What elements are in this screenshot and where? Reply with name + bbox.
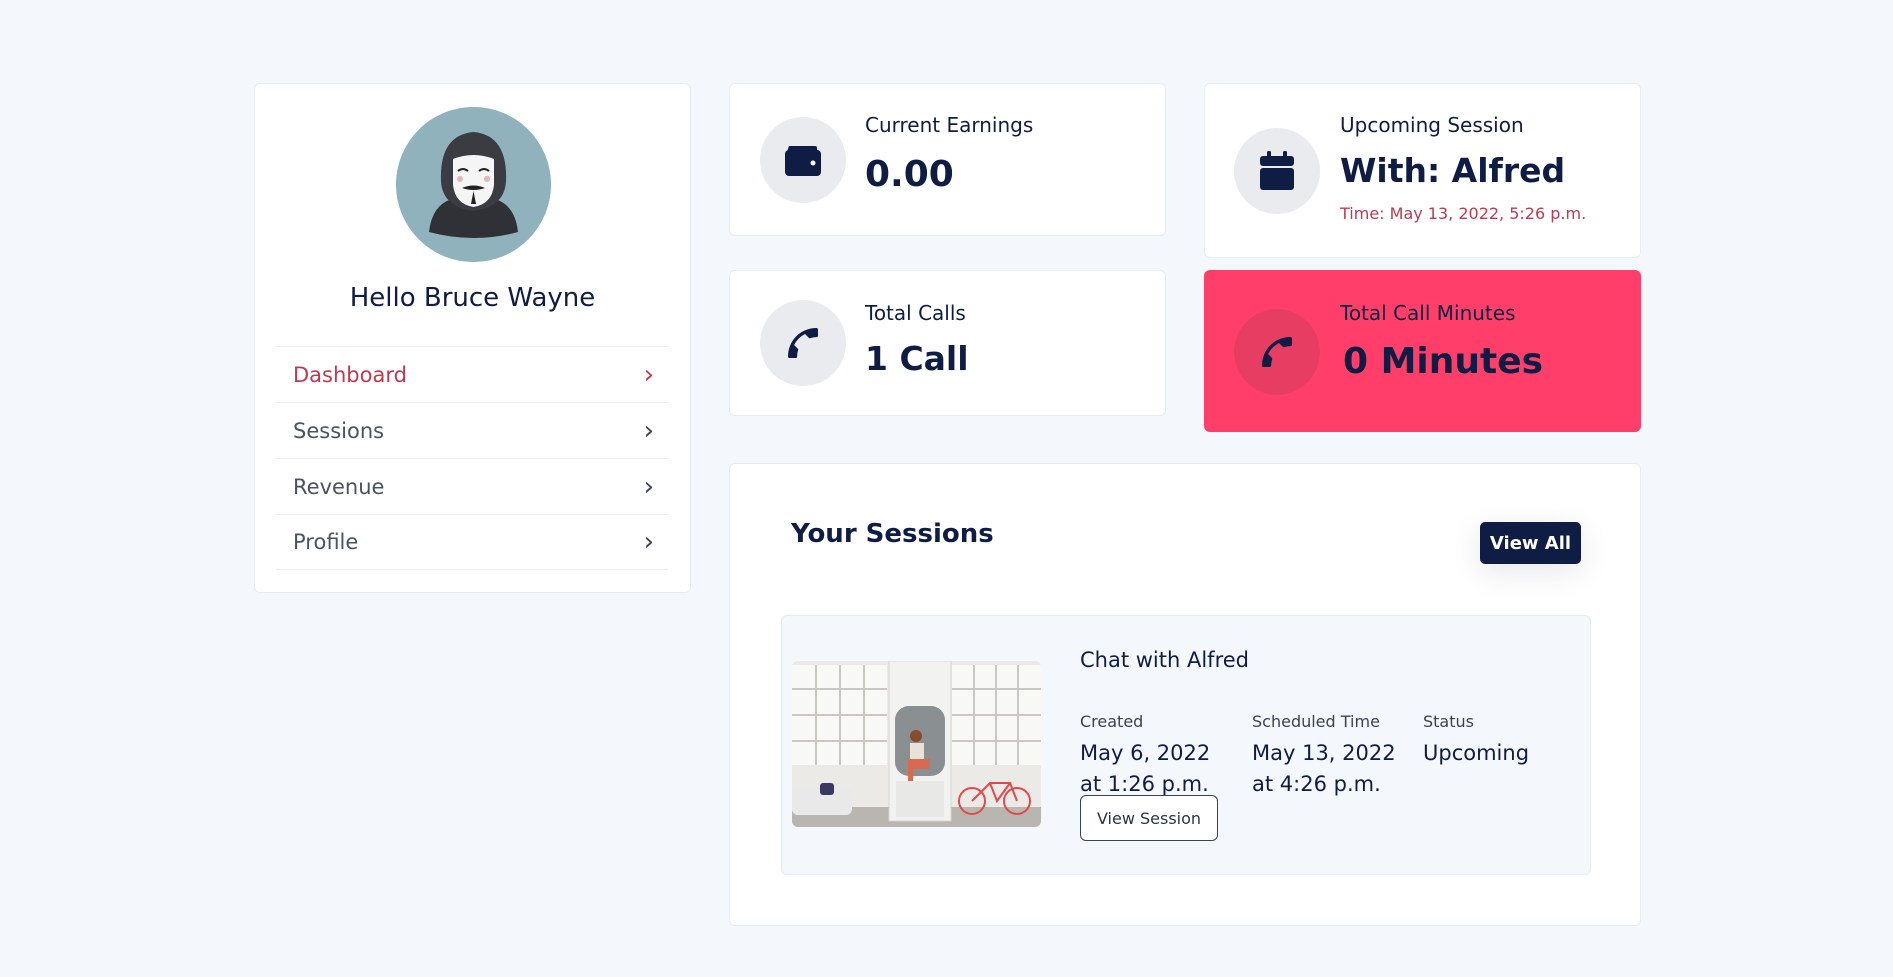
total-minutes-card: Total Call Minutes 0 Minutes <box>1204 270 1641 432</box>
sidebar-nav: Dashboard › Sessions › Revenue › Profile… <box>276 346 668 570</box>
scheduled-label: Scheduled Time <box>1252 712 1380 731</box>
sidebar-item-label: Revenue <box>293 474 385 499</box>
minutes-value: 0 Minutes <box>1343 341 1544 382</box>
sidebar-item-sessions[interactable]: Sessions › <box>276 402 668 458</box>
sidebar-item-label: Sessions <box>293 418 385 443</box>
sidebar-item-label: Profile <box>293 530 359 554</box>
view-all-button[interactable]: View All <box>1480 522 1581 564</box>
sidebar-item-revenue[interactable]: Revenue › <box>276 458 668 514</box>
earnings-card: Current Earnings 0.00 <box>729 83 1166 236</box>
scheduled-time: at 4:26 p.m. <box>1252 772 1381 796</box>
sidebar-item-dashboard[interactable]: Dashboard › <box>276 346 668 402</box>
session-thumbnail <box>792 661 1041 827</box>
created-value: May 6, 2022 at 1:26 p.m. <box>1080 738 1210 800</box>
status-label: Status <box>1423 712 1474 731</box>
profile-sidebar: Hello Bruce Wayne Dashboard › Sessions ›… <box>254 83 691 593</box>
chevron-right-icon: › <box>643 471 654 502</box>
calls-value: 1 Call <box>865 339 969 378</box>
upcoming-time: Time: May 13, 2022, 5:26 p.m. <box>1340 204 1587 223</box>
greeting: Hello Bruce Wayne <box>349 283 596 313</box>
created-label: Created <box>1080 712 1144 731</box>
sidebar-item-profile[interactable]: Profile › <box>276 514 668 570</box>
status-value: Upcoming <box>1423 741 1530 765</box>
sidebar-item-label: Dashboard <box>293 362 407 387</box>
session-title: Chat with Alfred <box>1080 648 1249 672</box>
earnings-label: Current Earnings <box>865 113 1034 137</box>
minutes-label: Total Call Minutes <box>1340 301 1516 325</box>
scheduled-date: May 13, 2022 <box>1252 741 1396 765</box>
chevron-right-icon: › <box>643 527 654 557</box>
phone-icon <box>1234 309 1320 395</box>
chevron-right-icon: › <box>643 415 654 446</box>
avatar[interactable] <box>396 107 551 262</box>
sessions-title: Your Sessions <box>791 519 994 549</box>
scheduled-value: May 13, 2022 at 4:26 p.m. <box>1252 738 1396 800</box>
total-calls-card: Total Calls 1 Call <box>729 270 1166 416</box>
calls-label: Total Calls <box>865 301 966 325</box>
session-card: Chat with Alfred Created May 6, 2022 at … <box>781 615 1591 875</box>
upcoming-label: Upcoming Session <box>1340 113 1524 137</box>
earnings-value: 0.00 <box>865 154 954 195</box>
chevron-right-icon: › <box>643 359 654 390</box>
phone-icon <box>760 300 846 386</box>
wallet-icon <box>760 117 846 203</box>
created-date: May 6, 2022 <box>1080 741 1211 765</box>
upcoming-with: With: Alfred <box>1340 151 1566 190</box>
view-session-button[interactable]: View Session <box>1080 795 1218 841</box>
calendar-icon <box>1234 128 1320 214</box>
sessions-panel: Your Sessions View All Chat with Alfred … <box>729 463 1641 926</box>
upcoming-session-card: Upcoming Session With: Alfred Time: May … <box>1204 83 1641 258</box>
anonymous-mask-icon <box>396 107 551 262</box>
